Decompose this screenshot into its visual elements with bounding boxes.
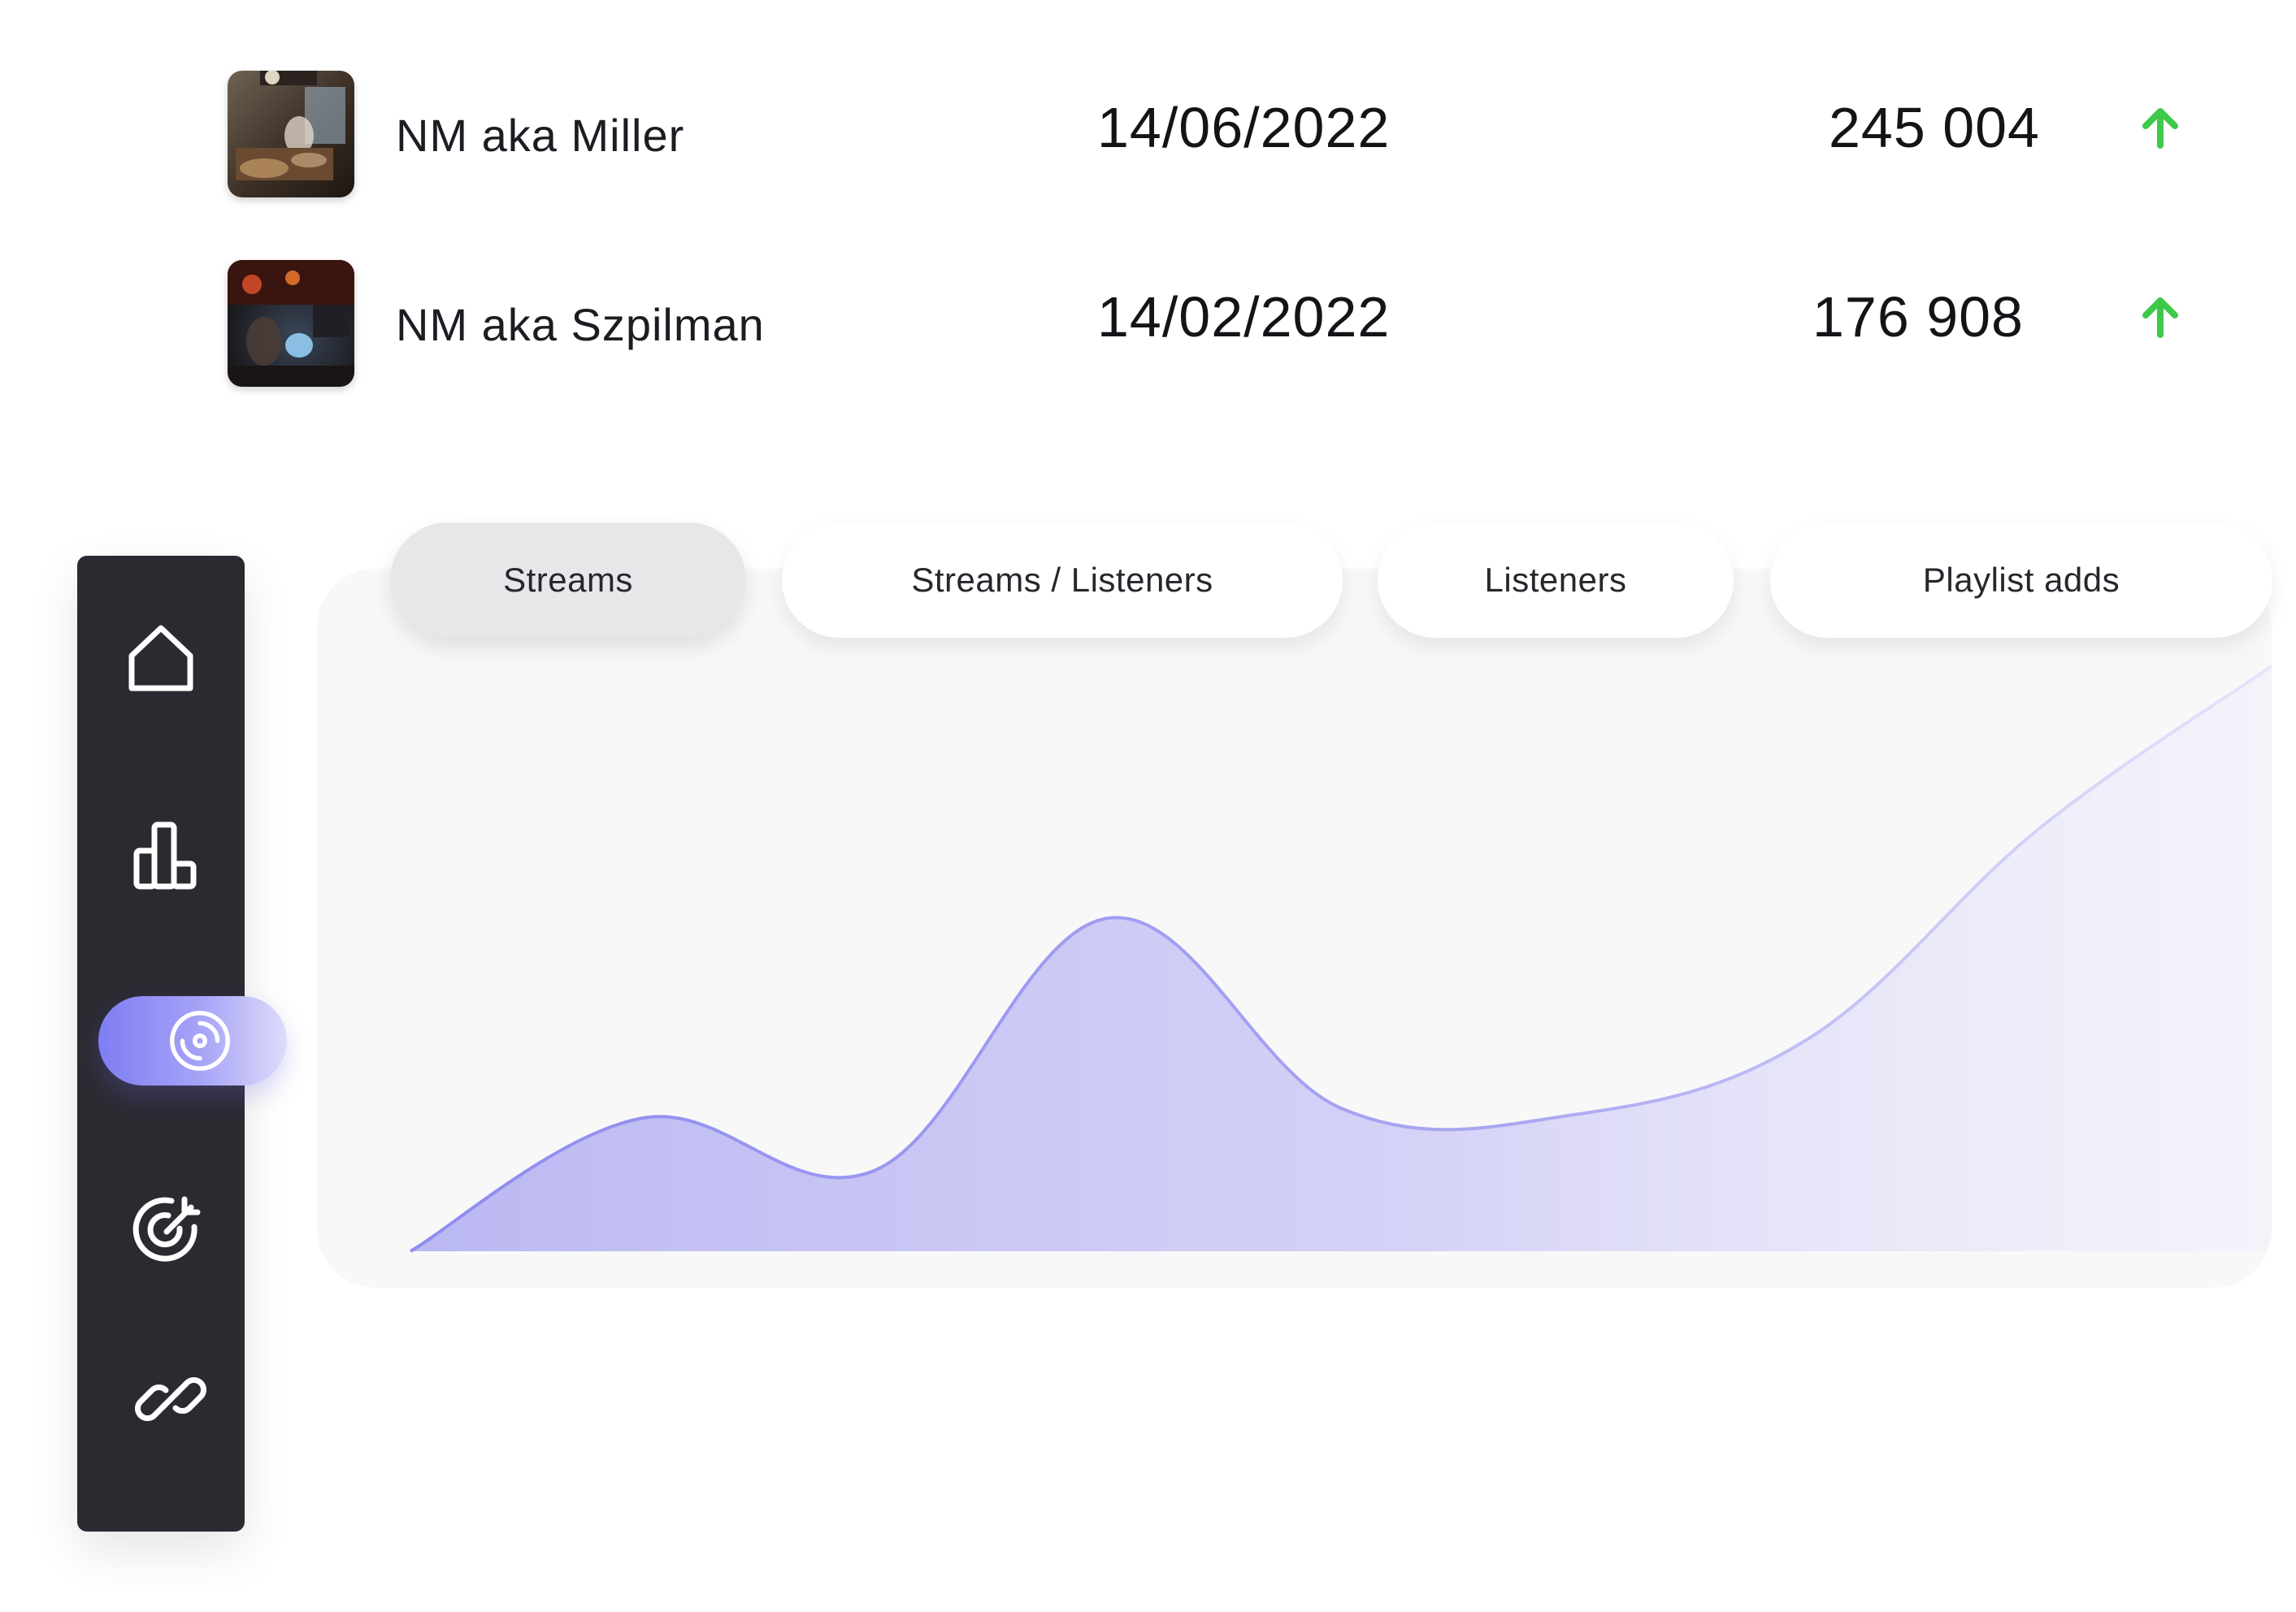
streams-area-chart: [410, 665, 2272, 1253]
disc-icon: [163, 1004, 237, 1077]
release-cover-image: [228, 71, 354, 197]
streams-area-fill: [410, 666, 2272, 1251]
release-row[interactable]: NM aka Szpilman 14/02/2022 176 908: [228, 260, 2243, 387]
release-stream-count: 176 908: [1812, 285, 2024, 349]
tab-playlist-adds[interactable]: Playlist adds: [1770, 522, 2272, 638]
sidebar-item-releases[interactable]: [98, 996, 287, 1086]
release-title: NM aka Miller: [396, 110, 685, 161]
dashboard-canvas: NM aka Miller 14/06/2022 245 004 NM aka …: [0, 0, 2296, 1612]
home-icon[interactable]: [120, 618, 202, 700]
release-date: 14/02/2022: [1097, 285, 1391, 349]
link-icon[interactable]: [130, 1358, 211, 1440]
tab-listeners[interactable]: Listeners: [1378, 522, 1734, 638]
release-stream-count: 245 004: [1828, 96, 2040, 159]
tab-streams[interactable]: Streams: [390, 522, 746, 638]
release-title: NM aka Szpilman: [396, 299, 765, 350]
tab-streams-listeners[interactable]: Streams / Listeners: [782, 522, 1343, 638]
release-cover-image: [228, 260, 354, 387]
up-arrow-icon: [2136, 103, 2185, 152]
up-arrow-icon: [2136, 292, 2185, 341]
streams-chart-panel: [317, 569, 2272, 1288]
release-date: 14/06/2022: [1097, 96, 1391, 159]
release-row[interactable]: NM aka Miller 14/06/2022 245 004: [228, 71, 2243, 197]
target-icon[interactable]: [128, 1190, 209, 1271]
bar-chart-icon[interactable]: [128, 815, 210, 896]
